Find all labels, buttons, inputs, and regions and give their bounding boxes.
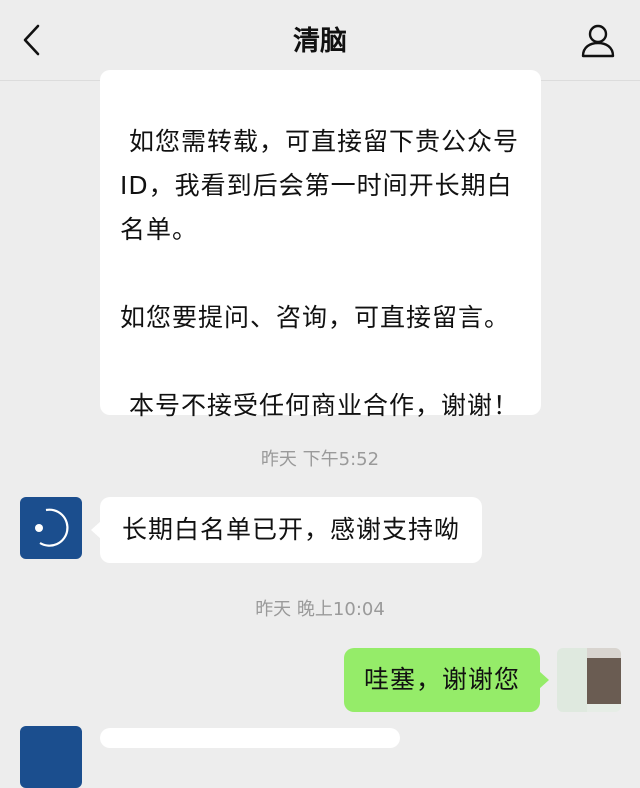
message-bubble-reply[interactable]: 长期白名单已开，感谢支持呦 [90, 497, 483, 563]
logo-icon [35, 508, 69, 547]
message-bubble-partial[interactable] [100, 728, 400, 748]
message-bubble-notice[interactable]: 如您需转载，可直接留下贵公众号ID，我看到后会第一时间开长期白名单。 如您要提问… [100, 70, 541, 420]
message-text: 长期白名单已开，感谢支持呦 [122, 515, 461, 544]
back-button[interactable] [14, 22, 50, 58]
notice-paragraph-1: 如您需转载，可直接留下贵公众号ID，我看到后会第一时间开长期白名单。 [120, 127, 519, 244]
top-bar: 清脑 [0, 0, 640, 81]
message-bubble-mine[interactable]: 哇塞，谢谢您 [344, 648, 550, 712]
my-avatar[interactable] [557, 648, 621, 712]
notice-paragraph-3: 本号不接受任何商业合作，谢谢！ [120, 391, 519, 420]
profile-button[interactable] [578, 20, 618, 60]
message-text: 哇塞，谢谢您 [364, 665, 521, 694]
contact-avatar[interactable] [20, 726, 82, 788]
chevron-left-icon [23, 24, 40, 56]
notice-paragraph-2: 如您要提问、咨询，可直接留言。 [120, 303, 511, 332]
contact-avatar[interactable] [20, 497, 82, 559]
timestamp: 昨天 晚上10:04 [255, 599, 385, 620]
timestamp: 昨天 下午5:52 [260, 449, 380, 470]
person-icon [581, 24, 615, 58]
page-title: 清脑 [293, 26, 347, 57]
